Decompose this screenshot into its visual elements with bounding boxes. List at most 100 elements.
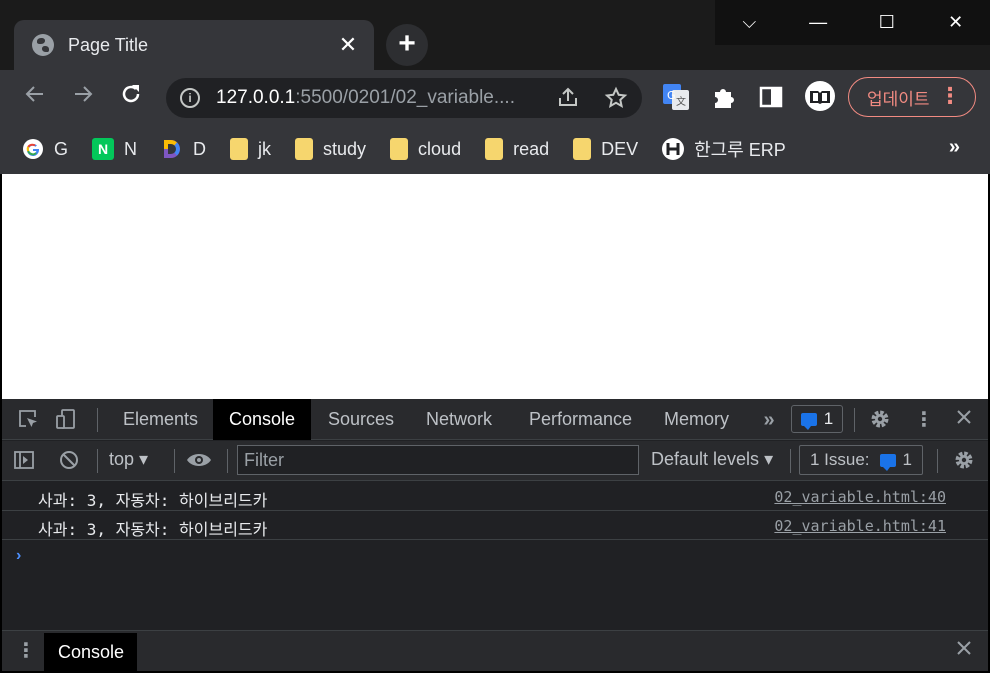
console-prompt-icon[interactable]: › (16, 547, 21, 565)
log-levels-label: Default levels (651, 449, 760, 469)
drawer-bar: ⋮ Console (2, 630, 988, 671)
more-tabs-icon[interactable]: » (757, 408, 781, 432)
bookmark-label: study (323, 138, 367, 159)
log-source-link[interactable]: 02_variable.html:40 (774, 488, 946, 506)
tab-close-icon[interactable]: ✕ (336, 33, 360, 57)
bookmark-n[interactable]: N N (92, 138, 137, 160)
customize-menu-icon[interactable]: ⋮ (912, 408, 936, 432)
folder-icon (390, 138, 409, 160)
context-label: top (109, 449, 135, 469)
sidebar-toggle-icon[interactable] (12, 449, 36, 473)
issues-label: 1 Issue: (809, 450, 870, 469)
tab-performance[interactable]: Performance (513, 399, 648, 440)
tab-title: Page Title (68, 34, 149, 55)
bookmark-erp[interactable]: 한그루 ERP (662, 136, 786, 162)
google-translate-icon[interactable]: G文 (663, 84, 689, 110)
divider (790, 449, 791, 473)
bookmark-label: read (513, 138, 550, 159)
bookmark-label: N (124, 138, 138, 159)
page-viewport[interactable] (2, 174, 988, 399)
bookmark-folder-cloud[interactable]: cloud (390, 138, 461, 160)
folder-icon (485, 138, 504, 160)
extensions-puzzle-icon[interactable] (711, 84, 737, 110)
dropdown-arrow-icon: ▾ (764, 449, 774, 469)
bookmark-g[interactable]: G (22, 138, 68, 160)
close-devtools-icon[interactable] (952, 408, 976, 432)
bookmark-folder-study[interactable]: study (295, 138, 366, 160)
issues-counter-button[interactable]: 1 Issue: 1 (799, 445, 923, 475)
bookmark-folder-jk[interactable]: jk (230, 138, 271, 160)
bookmark-label: jk (258, 138, 272, 159)
folder-icon (295, 138, 314, 160)
log-levels-dropdown[interactable]: Default levels ▾ (651, 449, 773, 470)
console-log-row: 사과: 3, 자동차: 하이브리드카 02_variable.html:41 (2, 511, 988, 540)
url-text[interactable]: 127.0.0.1:5500/0201/02_variable.... (216, 87, 546, 109)
settings-gear-icon[interactable] (868, 408, 892, 432)
bookmark-folder-read[interactable]: read (485, 138, 549, 160)
divider (174, 449, 175, 473)
window-controls: ⌵ — ☐ ✕ (715, 0, 990, 45)
back-icon[interactable] (20, 82, 50, 112)
close-drawer-icon[interactable] (952, 639, 976, 663)
menu-dots-icon[interactable]: ⋮ (939, 83, 961, 109)
forward-icon[interactable] (68, 82, 98, 112)
dropdown-arrow-icon: ▾ (139, 449, 149, 469)
bookmark-label: DEV (601, 138, 639, 159)
side-panel-icon[interactable] (758, 84, 784, 110)
bookmark-star-icon[interactable] (604, 86, 628, 116)
naver-icon: N (92, 138, 115, 160)
folder-icon (230, 138, 249, 160)
bookmark-d[interactable]: D (161, 138, 206, 160)
divider (97, 408, 98, 432)
bookmarks-bar: G N N D jk study cloud read DEV 한그루 ERP … (0, 124, 990, 174)
devtools-panel: Elements Console Sources Network Perform… (2, 399, 988, 671)
filter-input[interactable]: Filter (237, 445, 639, 475)
console-toolbar: top ▾ Filter Default levels ▾ 1 Issue: 1 (2, 441, 988, 481)
devtools-tab-bar: Elements Console Sources Network Perform… (2, 399, 988, 440)
toolbar: i 127.0.0.1:5500/0201/02_variable.... G文… (0, 70, 990, 124)
console-log-row: 사과: 3, 자동차: 하이브리드카 02_variable.html:40 (2, 482, 988, 511)
context-selector[interactable]: top ▾ (109, 449, 148, 470)
maximize-icon[interactable]: ☐ (852, 0, 922, 45)
divider (937, 449, 938, 473)
clear-console-icon[interactable] (57, 449, 81, 473)
bookmark-label: 한그루 ERP (694, 140, 786, 160)
bookmarks-overflow-icon[interactable]: » (949, 136, 960, 159)
svg-text:文: 文 (676, 95, 686, 108)
bookmark-folder-dev[interactable]: DEV (573, 138, 638, 160)
minimize-icon[interactable]: — (783, 0, 853, 45)
title-bar: Page Title ✕ + ⌵ — ☐ ✕ (0, 0, 990, 70)
tab-search-icon[interactable]: ⌵ (715, 0, 784, 45)
tab-console[interactable]: Console (213, 399, 312, 440)
issues-badge[interactable]: 1 (791, 405, 843, 433)
erp-icon (662, 138, 685, 160)
drawer-menu-icon[interactable]: ⋮ (14, 639, 38, 663)
drawer-tab-console[interactable]: Console (44, 633, 137, 671)
bookmark-label: G (54, 138, 69, 159)
tab-network[interactable]: Network (410, 399, 508, 440)
browser-tab[interactable]: Page Title ✕ (14, 20, 374, 70)
inspect-element-icon[interactable] (16, 408, 40, 432)
console-settings-gear-icon[interactable] (952, 449, 976, 473)
log-message: 사과: 3, 자동차: 하이브리드카 (38, 520, 268, 539)
live-expression-eye-icon[interactable] (186, 449, 211, 473)
profile-avatar[interactable] (804, 80, 836, 112)
device-toolbar-icon[interactable] (54, 408, 78, 432)
update-label: 업데이트 (867, 89, 930, 109)
tab-elements[interactable]: Elements (107, 399, 214, 440)
bookmark-label: cloud (418, 138, 462, 159)
message-icon (879, 453, 896, 471)
bookmark-label: D (193, 138, 207, 159)
update-button[interactable]: 업데이트 ⋮ (848, 77, 976, 117)
address-bar[interactable]: i 127.0.0.1:5500/0201/02_variable.... (166, 78, 642, 118)
svg-text:G: G (667, 89, 676, 102)
divider (227, 449, 228, 473)
reload-icon[interactable] (116, 82, 146, 112)
log-source-link[interactable]: 02_variable.html:41 (774, 517, 946, 535)
tab-memory[interactable]: Memory (648, 399, 745, 440)
new-tab-button[interactable]: + (386, 24, 428, 66)
close-window-icon[interactable]: ✕ (921, 0, 990, 45)
tab-sources[interactable]: Sources (312, 399, 410, 440)
share-icon[interactable] (556, 86, 580, 116)
info-icon[interactable]: i (180, 88, 200, 108)
